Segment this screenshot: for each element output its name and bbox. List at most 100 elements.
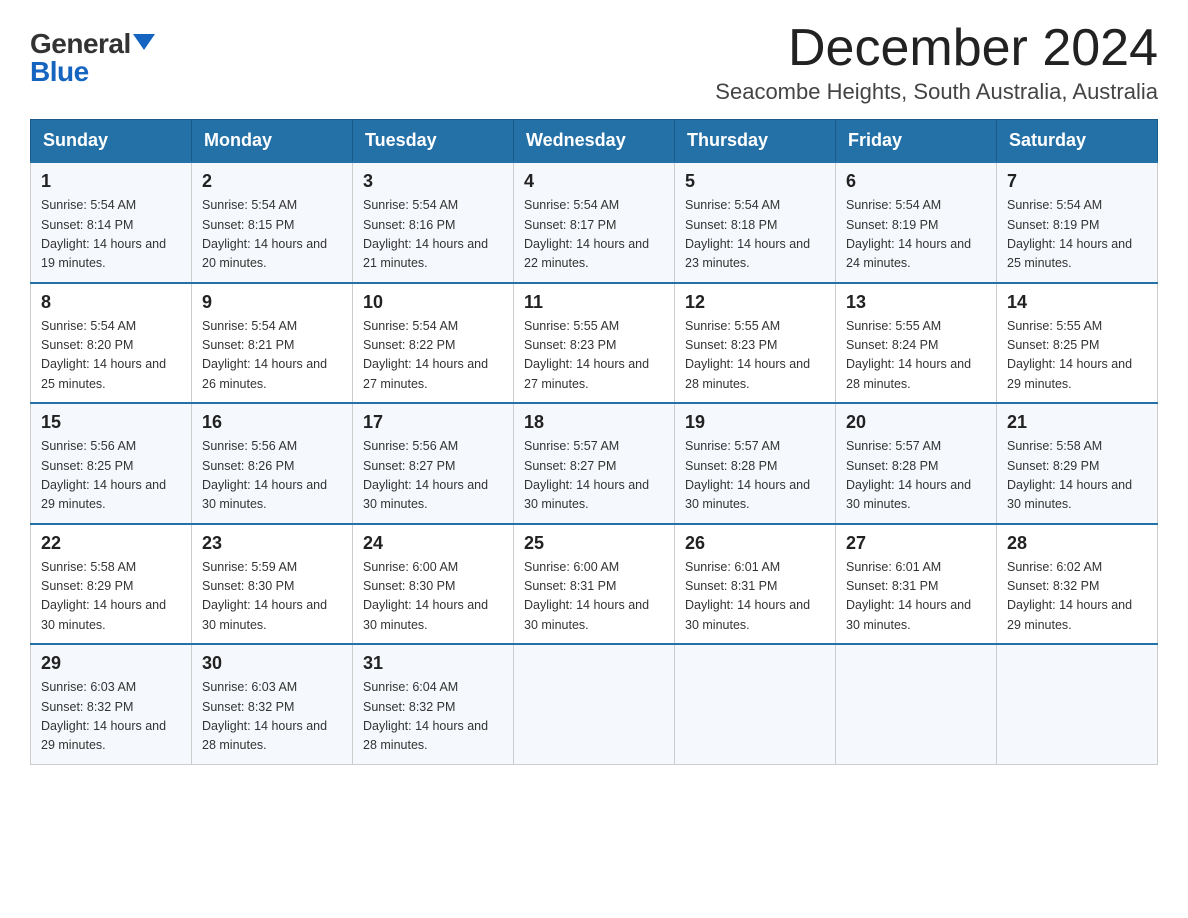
day-number: 22 <box>41 533 181 554</box>
day-number: 17 <box>363 412 503 433</box>
calendar-cell: 13 Sunrise: 5:55 AMSunset: 8:24 PMDayligh… <box>836 283 997 404</box>
day-number: 23 <box>202 533 342 554</box>
calendar-cell: 22 Sunrise: 5:58 AMSunset: 8:29 PMDayligh… <box>31 524 192 645</box>
calendar-cell: 25 Sunrise: 6:00 AMSunset: 8:31 PMDayligh… <box>514 524 675 645</box>
calendar-cell: 23 Sunrise: 5:59 AMSunset: 8:30 PMDayligh… <box>192 524 353 645</box>
day-number: 5 <box>685 171 825 192</box>
calendar-cell: 20 Sunrise: 5:57 AMSunset: 8:28 PMDayligh… <box>836 403 997 524</box>
day-number: 25 <box>524 533 664 554</box>
day-info: Sunrise: 5:55 AMSunset: 8:23 PMDaylight:… <box>524 317 664 395</box>
header-friday: Friday <box>836 120 997 163</box>
day-info: Sunrise: 6:04 AMSunset: 8:32 PMDaylight:… <box>363 678 503 756</box>
day-number: 21 <box>1007 412 1147 433</box>
calendar-cell: 16 Sunrise: 5:56 AMSunset: 8:26 PMDayligh… <box>192 403 353 524</box>
day-info: Sunrise: 5:54 AMSunset: 8:19 PMDaylight:… <box>846 196 986 274</box>
logo-blue: Blue <box>30 56 89 87</box>
calendar-cell <box>675 644 836 764</box>
calendar-cell: 1 Sunrise: 5:54 AMSunset: 8:14 PMDaylight… <box>31 162 192 283</box>
day-number: 2 <box>202 171 342 192</box>
day-number: 12 <box>685 292 825 313</box>
location-title: Seacombe Heights, South Australia, Austr… <box>715 79 1158 105</box>
logo-general: General <box>30 30 131 58</box>
calendar-cell: 29Sunrise: 6:03 AMSunset: 8:32 PMDayligh… <box>31 644 192 764</box>
calendar-cell: 3 Sunrise: 5:54 AMSunset: 8:16 PMDaylight… <box>353 162 514 283</box>
day-info: Sunrise: 5:54 AMSunset: 8:16 PMDaylight:… <box>363 196 503 274</box>
day-info: Sunrise: 5:54 AMSunset: 8:14 PMDaylight:… <box>41 196 181 274</box>
week-row-1: 1 Sunrise: 5:54 AMSunset: 8:14 PMDaylight… <box>31 162 1158 283</box>
calendar-cell: 15Sunrise: 5:56 AMSunset: 8:25 PMDayligh… <box>31 403 192 524</box>
day-number: 11 <box>524 292 664 313</box>
day-info: Sunrise: 5:57 AMSunset: 8:28 PMDaylight:… <box>846 437 986 515</box>
day-info: Sunrise: 5:57 AMSunset: 8:27 PMDaylight:… <box>524 437 664 515</box>
day-number: 10 <box>363 292 503 313</box>
calendar-cell: 12 Sunrise: 5:55 AMSunset: 8:23 PMDayligh… <box>675 283 836 404</box>
day-info: Sunrise: 5:58 AMSunset: 8:29 PMDaylight:… <box>1007 437 1147 515</box>
calendar-cell: 11 Sunrise: 5:55 AMSunset: 8:23 PMDayligh… <box>514 283 675 404</box>
calendar-cell: 28Sunrise: 6:02 AMSunset: 8:32 PMDayligh… <box>997 524 1158 645</box>
day-info: Sunrise: 6:03 AMSunset: 8:32 PMDaylight:… <box>202 678 342 756</box>
header-sunday: Sunday <box>31 120 192 163</box>
day-number: 19 <box>685 412 825 433</box>
header-thursday: Thursday <box>675 120 836 163</box>
week-row-3: 15Sunrise: 5:56 AMSunset: 8:25 PMDayligh… <box>31 403 1158 524</box>
calendar-cell: 6 Sunrise: 5:54 AMSunset: 8:19 PMDaylight… <box>836 162 997 283</box>
day-number: 4 <box>524 171 664 192</box>
day-info: Sunrise: 5:55 AMSunset: 8:24 PMDaylight:… <box>846 317 986 395</box>
day-info: Sunrise: 5:56 AMSunset: 8:26 PMDaylight:… <box>202 437 342 515</box>
day-number: 18 <box>524 412 664 433</box>
day-info: Sunrise: 6:00 AMSunset: 8:31 PMDaylight:… <box>524 558 664 636</box>
calendar-cell: 19 Sunrise: 5:57 AMSunset: 8:28 PMDayligh… <box>675 403 836 524</box>
day-info: Sunrise: 6:02 AMSunset: 8:32 PMDaylight:… <box>1007 558 1147 636</box>
day-number: 29 <box>41 653 181 674</box>
day-number: 20 <box>846 412 986 433</box>
day-info: Sunrise: 5:57 AMSunset: 8:28 PMDaylight:… <box>685 437 825 515</box>
day-info: Sunrise: 6:01 AMSunset: 8:31 PMDaylight:… <box>846 558 986 636</box>
calendar-cell: 8Sunrise: 5:54 AMSunset: 8:20 PMDaylight… <box>31 283 192 404</box>
title-block: December 2024 Seacombe Heights, South Au… <box>715 20 1158 105</box>
day-info: Sunrise: 5:59 AMSunset: 8:30 PMDaylight:… <box>202 558 342 636</box>
day-number: 30 <box>202 653 342 674</box>
day-info: Sunrise: 5:58 AMSunset: 8:29 PMDaylight:… <box>41 558 181 636</box>
calendar-cell <box>836 644 997 764</box>
day-number: 1 <box>41 171 181 192</box>
calendar-table: SundayMondayTuesdayWednesdayThursdayFrid… <box>30 119 1158 765</box>
day-info: Sunrise: 5:54 AMSunset: 8:21 PMDaylight:… <box>202 317 342 395</box>
day-number: 24 <box>363 533 503 554</box>
header-row: SundayMondayTuesdayWednesdayThursdayFrid… <box>31 120 1158 163</box>
logo: General Blue <box>30 30 155 86</box>
day-info: Sunrise: 5:54 AMSunset: 8:20 PMDaylight:… <box>41 317 181 395</box>
day-info: Sunrise: 5:56 AMSunset: 8:25 PMDaylight:… <box>41 437 181 515</box>
calendar-cell: 4 Sunrise: 5:54 AMSunset: 8:17 PMDaylight… <box>514 162 675 283</box>
page-header: General Blue December 2024 Seacombe Heig… <box>30 20 1158 105</box>
month-title: December 2024 <box>715 20 1158 77</box>
calendar-cell <box>997 644 1158 764</box>
logo-arrow-icon <box>133 34 155 50</box>
day-info: Sunrise: 5:54 AMSunset: 8:15 PMDaylight:… <box>202 196 342 274</box>
day-number: 13 <box>846 292 986 313</box>
header-wednesday: Wednesday <box>514 120 675 163</box>
day-number: 14 <box>1007 292 1147 313</box>
day-info: Sunrise: 5:56 AMSunset: 8:27 PMDaylight:… <box>363 437 503 515</box>
calendar-cell: 5 Sunrise: 5:54 AMSunset: 8:18 PMDaylight… <box>675 162 836 283</box>
day-info: Sunrise: 5:55 AMSunset: 8:23 PMDaylight:… <box>685 317 825 395</box>
calendar-cell: 9 Sunrise: 5:54 AMSunset: 8:21 PMDaylight… <box>192 283 353 404</box>
day-info: Sunrise: 5:54 AMSunset: 8:18 PMDaylight:… <box>685 196 825 274</box>
day-number: 3 <box>363 171 503 192</box>
day-number: 7 <box>1007 171 1147 192</box>
header-tuesday: Tuesday <box>353 120 514 163</box>
calendar-cell: 21 Sunrise: 5:58 AMSunset: 8:29 PMDayligh… <box>997 403 1158 524</box>
calendar-cell <box>514 644 675 764</box>
day-number: 16 <box>202 412 342 433</box>
day-number: 9 <box>202 292 342 313</box>
week-row-5: 29 Sunrise: 6:03 AMSunset: 8:32 PMDayligh… <box>31 644 1158 764</box>
day-info: Sunrise: 5:54 AMSunset: 8:17 PMDaylight:… <box>524 196 664 274</box>
calendar-cell: 10 Sunrise: 5:54 AMSunset: 8:22 PMDayligh… <box>353 283 514 404</box>
day-info: Sunrise: 5:54 AMSunset: 8:22 PMDaylight:… <box>363 317 503 395</box>
header-saturday: Saturday <box>997 120 1158 163</box>
calendar-cell: 30 Sunrise: 6:03 AMSunset: 8:32 PMDayligh… <box>192 644 353 764</box>
day-number: 27 <box>846 533 986 554</box>
calendar-cell: 14Sunrise: 5:55 AMSunset: 8:25 PMDayligh… <box>997 283 1158 404</box>
week-row-2: 8Sunrise: 5:54 AMSunset: 8:20 PMDaylight… <box>31 283 1158 404</box>
day-info: Sunrise: 6:01 AMSunset: 8:31 PMDaylight:… <box>685 558 825 636</box>
day-number: 6 <box>846 171 986 192</box>
